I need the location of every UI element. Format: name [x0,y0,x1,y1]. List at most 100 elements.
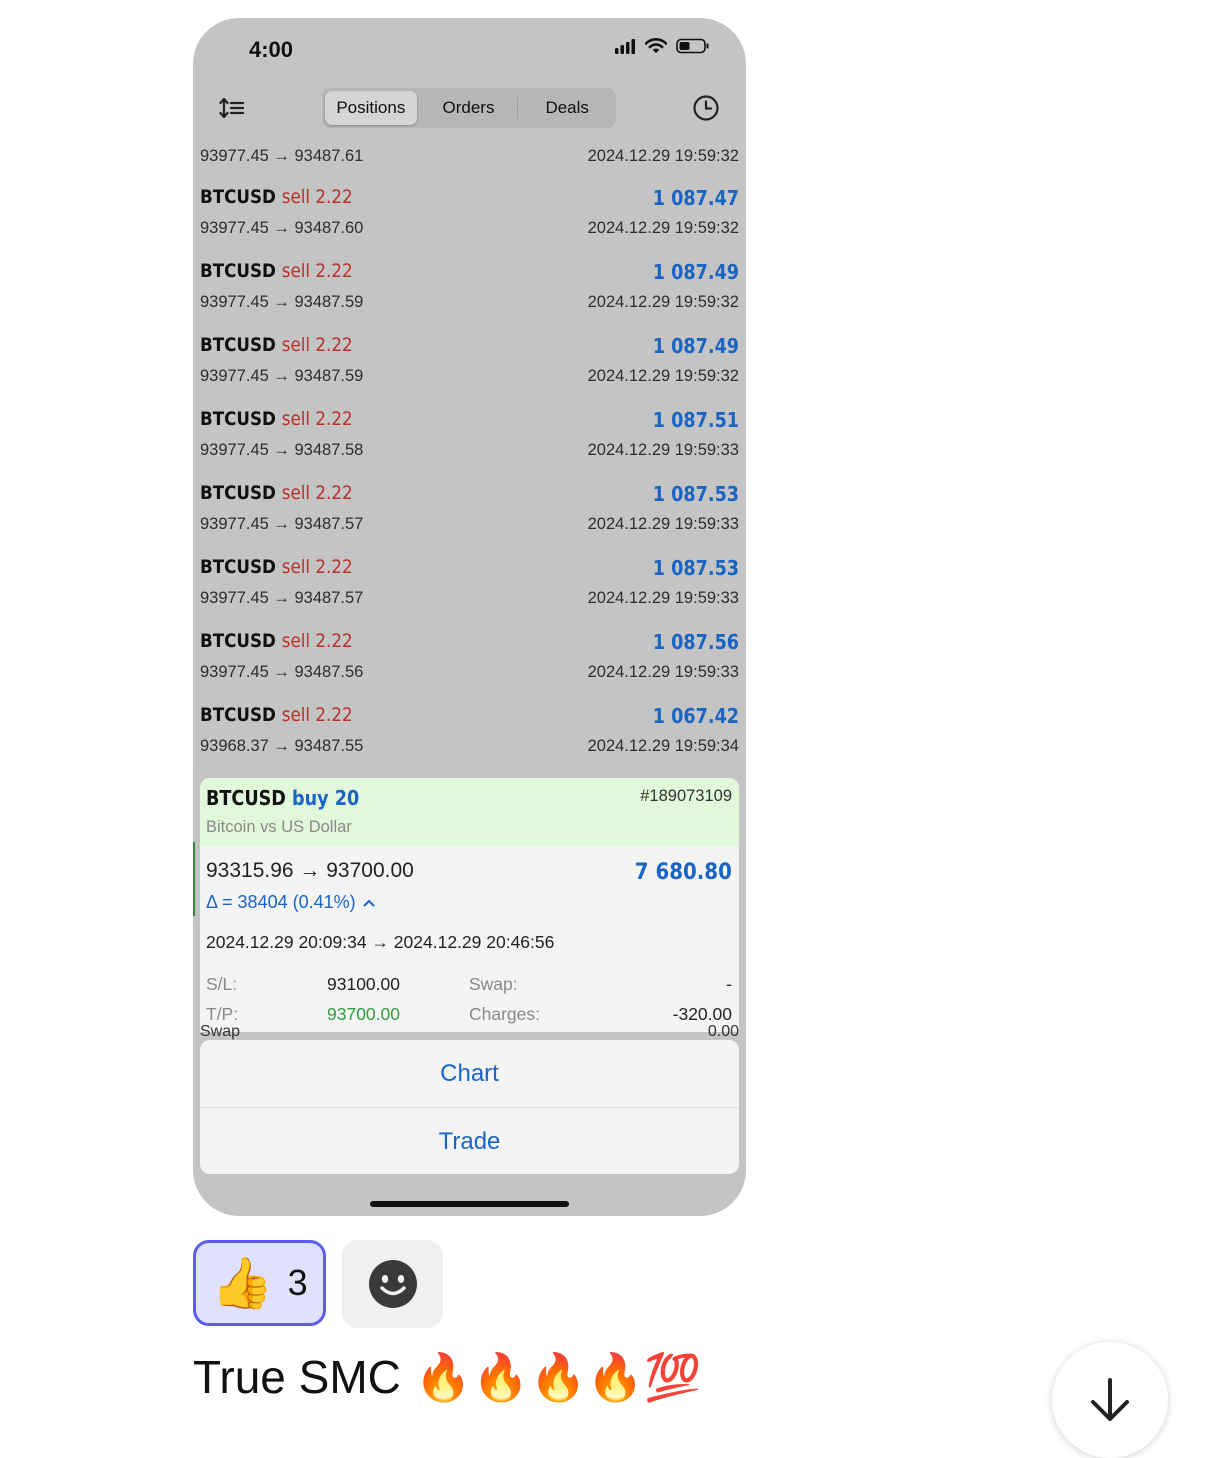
phone-screenshot: 4:00 Positions Orders Deals 93977.45 → 9… [193,18,746,1216]
position-time: 2024.12.29 19:59:33 [587,663,739,681]
position-time: 2024.12.29 19:59:33 [587,515,739,533]
toolbar: Positions Orders Deals [193,88,746,130]
detail-times: 2024.12.29 20:09:34 → 2024.12.29 20:46:5… [206,932,555,952]
list-item-details[interactable]: 93977.45 → 93487.58 2024.12.29 19:59:33 [200,441,739,465]
chart-button[interactable]: Chart [200,1040,739,1107]
list-item[interactable]: BTCUSD sell 2.22 1 087.47 [200,186,739,214]
position-symbol: BTCUSD sell 2.22 [200,260,353,282]
position-profit: 1 087.49 [652,334,739,358]
tp-value: 93700.00 [327,1004,400,1024]
list-item[interactable]: BTCUSD sell 2.22 1 067.42 [200,704,739,732]
tab-orders[interactable]: Orders [423,91,515,125]
tab-control: Positions Orders Deals [322,88,616,128]
detail-profit: 7 680.80 [634,860,732,885]
tab-positions[interactable]: Positions [325,91,417,125]
thumbs-up-icon: 👍 [211,1255,274,1311]
position-time: 2024.12.29 19:59:33 [587,589,739,607]
list-item-details[interactable]: 93977.45 → 93487.56 2024.12.29 19:59:33 [200,663,739,687]
list-item[interactable]: BTCUSD sell 2.22 1 087.53 [200,556,739,584]
position-symbol: BTCUSD sell 2.22 [200,630,353,652]
tp-label: T/P: [206,1004,239,1024]
position-profit: 1 087.49 [652,260,739,284]
position-symbol: BTCUSD sell 2.22 [200,482,353,504]
signal-icon [615,39,635,54]
detail-symbol: BTCUSD buy 20 [206,786,360,810]
status-time: 4:00 [249,37,294,62]
message-text: True SMC [193,1351,401,1403]
tab-deals[interactable]: Deals [521,91,613,125]
position-symbol: BTCUSD sell 2.22 [200,556,353,578]
detail-ticket: #189073109 [640,787,732,805]
selected-indicator [193,842,195,916]
battery-icon [676,38,709,54]
wifi-icon [645,38,667,53]
swap-value: - [726,974,732,994]
list-item-details[interactable]: 93977.45 → 93487.59 2024.12.29 19:59:32 [200,367,739,391]
reaction-count: 3 [287,1262,308,1303]
position-side: sell 2.22 [281,482,353,504]
position-detail-card[interactable]: BTCUSD buy 20 Bitcoin vs US Dollar #1890… [200,778,739,1032]
position-time: 2024.12.29 19:59:34 [587,737,739,755]
position-profit: 1 087.56 [652,630,739,654]
detail-delta: Δ = 38404 (0.41%) [206,892,375,913]
list-item-details[interactable]: 93977.45 → 93487.57 2024.12.29 19:59:33 [200,515,739,539]
position-profit: 1 087.53 [652,556,739,580]
position-side: sell 2.22 [281,260,353,282]
chevron-up-icon [363,899,375,907]
list-item[interactable]: BTCUSD sell 2.22 1 087.49 [200,260,739,288]
position-profit: 1 087.53 [652,482,739,506]
clock-icon[interactable] [692,94,720,122]
position-side: sell 2.22 [281,408,353,430]
position-profit: 1 087.51 [652,408,739,432]
position-symbol: BTCUSD sell 2.22 [200,704,353,726]
position-side: sell 2.22 [281,186,353,208]
scroll-down-button[interactable] [1052,1342,1168,1458]
list-item[interactable]: BTCUSD sell 2.22 1 087.56 [200,630,739,658]
sort-icon[interactable] [219,96,245,120]
position-side: sell 2.22 [281,334,353,356]
position-prices: 93977.45 → 93487.59 [200,293,364,311]
list-item-details[interactable]: 93968.37 → 93487.55 2024.12.29 19:59:34 [200,737,739,761]
sl-label: S/L: [206,974,238,994]
home-indicator [370,1201,569,1207]
fire-emojis: 🔥🔥🔥🔥💯 [414,1351,702,1403]
underlying-row-peek: Swap 0.00 [200,1023,739,1040]
position-prices: 93977.45 → 93487.59 [200,367,364,385]
position-side: sell 2.22 [281,556,353,578]
swap-label: Swap: [469,974,518,994]
position-prices: 93968.37 → 93487.55 [200,737,364,755]
action-sheet: Chart Trade [200,1040,739,1174]
message: True SMC 🔥🔥🔥🔥💯 [193,1350,701,1404]
position-time: 2024.12.29 19:59:33 [587,441,739,459]
position-profit: 1 087.47 [652,186,739,210]
list-item[interactable]: BTCUSD sell 2.22 1 087.53 [200,482,739,510]
position-time: 2024.12.29 19:59:32 [587,219,739,237]
position-time: 2024.12.29 19:59:32 [587,147,739,165]
detail-prices: 93315.96 → 93700.00 [206,859,414,882]
status-icons [614,38,710,54]
position-prices: 93977.45 → 93487.57 [200,589,364,607]
list-item-details[interactable]: 93977.45 → 93487.60 2024.12.29 19:59:32 [200,219,739,243]
position-prices: 93977.45 → 93487.61 [200,147,364,165]
position-symbol: BTCUSD sell 2.22 [200,186,353,208]
list-item[interactable]: BTCUSD sell 2.22 1 087.51 [200,408,739,436]
thumbs-up-reaction[interactable]: 👍 3 [193,1240,326,1326]
position-side: sell 2.22 [281,704,353,726]
position-time: 2024.12.29 19:59:32 [587,293,739,311]
position-prices: 93977.45 → 93487.57 [200,515,364,533]
add-reaction-button[interactable] [342,1240,443,1328]
detail-description: Bitcoin vs US Dollar [206,818,352,836]
position-symbol: BTCUSD sell 2.22 [200,408,353,430]
trade-button[interactable]: Trade [200,1108,739,1175]
list-item[interactable]: BTCUSD sell 2.22 1 087.49 [200,334,739,362]
position-prices: 93977.45 → 93487.58 [200,441,364,459]
list-item-partial[interactable]: 93977.45 → 93487.61 2024.12.29 19:59:32 [200,147,739,171]
arrow-down-icon [1091,1378,1129,1421]
list-item-details[interactable]: 93977.45 → 93487.57 2024.12.29 19:59:33 [200,589,739,613]
detail-side: buy 20 [292,786,360,810]
position-side: sell 2.22 [281,630,353,652]
list-item-details[interactable]: 93977.45 → 93487.59 2024.12.29 19:59:32 [200,293,739,317]
position-prices: 93977.45 → 93487.56 [200,663,364,681]
charges-label: Charges: [469,1004,541,1024]
detail-header: BTCUSD buy 20 Bitcoin vs US Dollar #1890… [200,778,739,846]
